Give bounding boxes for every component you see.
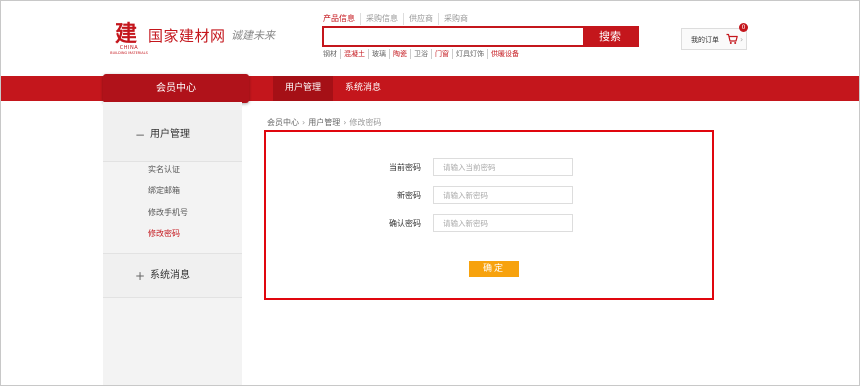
current-password-input[interactable] (433, 158, 573, 176)
sidebar-item-real-name[interactable]: 实名认证 (148, 164, 180, 176)
sidebar-item-bind-email[interactable]: 绑定邮箱 (148, 185, 180, 197)
expand-icon: + (135, 269, 146, 283)
hotword-link[interactable]: 灯具灯饰 (452, 49, 487, 59)
cart-count-badge: 0 (739, 23, 748, 32)
search-tab-buyers[interactable]: 采购商 (438, 13, 473, 25)
chevron-right-icon: › (740, 35, 744, 44)
hotword-link[interactable]: 玻璃 (368, 49, 389, 59)
breadcrumb: 会员中心 › 用户管理 › 修改密码 (267, 117, 381, 129)
breadcrumb-item[interactable]: 会员中心 (267, 117, 299, 129)
site-title: 国家建材网 (148, 27, 226, 45)
nav-system-messages[interactable]: 系统消息 (335, 76, 391, 101)
sidebar-item-change-phone[interactable]: 修改手机号 (148, 207, 188, 219)
new-password-input[interactable] (433, 186, 573, 204)
site-slogan: 诚建未来 (231, 29, 275, 42)
sidebar-group-label: 用户管理 (150, 129, 190, 140)
search-tab-purchases[interactable]: 采购信息 (360, 13, 403, 25)
confirm-password-label: 确认密码 (389, 219, 421, 228)
collapse-icon: − (135, 128, 146, 142)
current-password-label: 当前密码 (389, 163, 421, 172)
hotword-link[interactable]: 卫浴 (410, 49, 431, 59)
my-orders-button[interactable]: 我的订单 › (681, 28, 747, 50)
sidebar-group-label: 系统消息 (150, 270, 190, 281)
sidebar-item-change-password[interactable]: 修改密码 (148, 228, 180, 240)
search-tab-products[interactable]: 产品信息 (323, 13, 360, 25)
new-password-label: 新密码 (397, 191, 421, 200)
search-tab-suppliers[interactable]: 供应商 (403, 13, 438, 25)
breadcrumb-item[interactable]: 用户管理 (308, 117, 340, 129)
logo-sub-text-2: BUILDING MATERIALS (110, 51, 148, 55)
change-password-form: 当前密码 新密码 确认密码 确定 (264, 130, 714, 300)
logo-mark: 建 (115, 21, 138, 47)
hotword-link[interactable]: 陶瓷 (389, 49, 410, 59)
confirm-password-input[interactable] (433, 214, 573, 232)
my-orders-label: 我的订单 (691, 36, 719, 44)
search-input[interactable] (324, 28, 584, 45)
sidebar-group-user-management[interactable]: − 用户管理 (103, 110, 242, 162)
hotword-link[interactable]: 供暖设备 (487, 49, 522, 59)
confirm-button[interactable]: 确定 (469, 261, 519, 277)
search-button[interactable]: 搜索 (583, 28, 637, 45)
search-bar: 搜索 (322, 26, 639, 47)
sidebar: − 用户管理 实名认证 绑定邮箱 修改手机号 修改密码 + 系统消息 (103, 102, 242, 385)
sidebar-group-system-messages[interactable]: + 系统消息 (103, 254, 242, 298)
cart-icon (726, 33, 738, 44)
breadcrumb-current: 修改密码 (349, 118, 382, 127)
hotword-link[interactable]: 钢材 (323, 49, 340, 59)
member-center-tab[interactable]: 会员中心 (103, 74, 249, 103)
hot-keywords: 钢材 混凝土 玻璃 陶瓷 卫浴 门窗 灯具灯饰 供暖设备 (323, 49, 522, 59)
chevron-right-icon: › (302, 118, 306, 127)
chevron-right-icon: › (343, 118, 347, 127)
site-logo[interactable]: 建 CHINA BUILDING MATERIALS 国家建材网 诚建未来 (103, 23, 283, 59)
hotword-link[interactable]: 门窗 (431, 49, 452, 59)
hotword-link[interactable]: 混凝土 (340, 49, 368, 59)
search-type-tabs: 产品信息 采购信息 供应商 采购商 (323, 13, 473, 25)
nav-user-management[interactable]: 用户管理 (273, 76, 333, 101)
page-frame: 建 CHINA BUILDING MATERIALS 国家建材网 诚建未来 产品… (0, 0, 860, 386)
